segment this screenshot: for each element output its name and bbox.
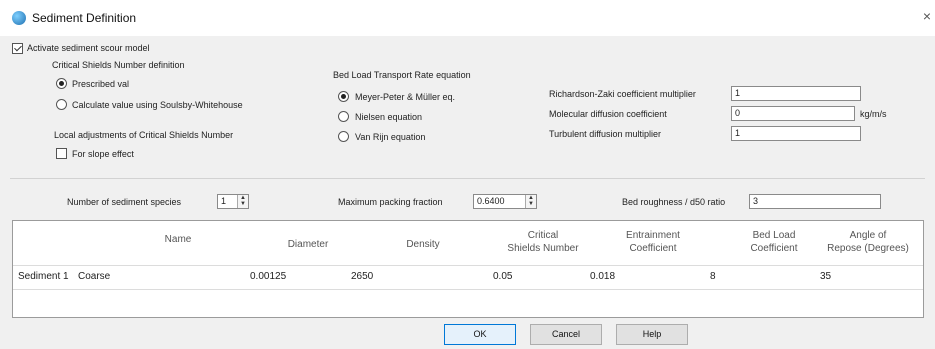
- radio-meyer-peter[interactable]: [338, 91, 349, 102]
- turbulent-label: Turbulent diffusion multiplier: [549, 129, 662, 139]
- species-spinner[interactable]: 1 ▲ ▼: [217, 194, 249, 209]
- sediment-table[interactable]: Name Diameter Density Critical Shields N…: [12, 220, 924, 318]
- packing-spinner[interactable]: 0.6400 ▲ ▼: [473, 194, 537, 209]
- local-adjust-heading: Local adjustments of Critical Shields Nu…: [54, 130, 234, 140]
- slope-effect-label: For slope effect: [72, 149, 134, 159]
- col-header-angle-line1: Angle of: [849, 230, 887, 241]
- spinner-arrows-icon[interactable]: ▲ ▼: [237, 195, 248, 208]
- cancel-button[interactable]: Cancel: [530, 324, 602, 345]
- molecular-input[interactable]: 0: [731, 106, 855, 121]
- radio-soulsby-label: Calculate value using Soulsby-Whitehouse: [72, 100, 243, 110]
- col-header-angle[interactable]: Angle of Repose (Degrees): [813, 229, 923, 255]
- row-divider: [13, 289, 923, 290]
- richardson-label: Richardson-Zaki coefficient multiplier: [549, 89, 696, 99]
- help-button[interactable]: Help: [616, 324, 688, 345]
- header-divider: [13, 265, 923, 266]
- cell-diameter[interactable]: 0.00125: [250, 271, 286, 282]
- col-header-entrainment[interactable]: Entrainment Coefficient: [598, 229, 708, 255]
- col-header-critical[interactable]: Critical Shields Number: [483, 229, 603, 255]
- spinner-arrows-icon[interactable]: ▲ ▼: [525, 195, 536, 208]
- species-label: Number of sediment species: [67, 197, 182, 207]
- col-header-critical-line2: Shields Number: [507, 243, 579, 254]
- packing-label: Maximum packing fraction: [338, 197, 443, 207]
- ok-button[interactable]: OK: [444, 324, 516, 345]
- bed-load-heading: Bed Load Transport Rate equation: [333, 70, 471, 80]
- col-header-density[interactable]: Density: [383, 238, 463, 251]
- col-header-critical-line1: Critical: [527, 230, 559, 241]
- roughness-input[interactable]: 3: [749, 194, 881, 209]
- radio-soulsby-whitehouse[interactable]: [56, 99, 67, 110]
- molecular-unit: kg/m/s: [860, 109, 887, 119]
- radio-van-rijn-label: Van Rijn equation: [355, 132, 426, 142]
- window-title: Sediment Definition: [32, 11, 137, 25]
- col-header-entrainment-line2: Coefficient: [629, 243, 677, 254]
- radio-nielsen[interactable]: [338, 111, 349, 122]
- title-bar: Sediment Definition ×: [0, 0, 935, 36]
- cell-density[interactable]: 2650: [351, 271, 373, 282]
- cell-name[interactable]: Coarse: [78, 271, 110, 282]
- radio-meyer-peter-label: Meyer-Peter & Müller eq.: [355, 92, 456, 102]
- col-header-entrainment-line1: Entrainment: [626, 230, 680, 241]
- turbulent-input[interactable]: 1: [731, 126, 861, 141]
- activate-scour-checkbox[interactable]: [12, 43, 23, 54]
- cell-bed-load[interactable]: 8: [710, 271, 716, 282]
- cell-critical-shields[interactable]: 0.05: [493, 271, 512, 282]
- radio-prescribed-label: Prescribed val: [72, 79, 130, 89]
- cell-angle-of-repose[interactable]: 35: [820, 271, 831, 282]
- radio-prescribed-val[interactable]: [56, 78, 67, 89]
- packing-value: 0.6400: [477, 196, 505, 206]
- molecular-label: Molecular diffusion coefficient: [549, 109, 667, 119]
- close-icon[interactable]: ×: [923, 8, 931, 24]
- section-divider: [10, 178, 925, 179]
- species-value: 1: [221, 196, 227, 206]
- radio-nielsen-label: Nielsen equation: [355, 112, 423, 122]
- app-icon: [12, 11, 26, 25]
- col-header-diameter[interactable]: Diameter: [268, 238, 348, 251]
- activate-scour-label: Activate sediment scour model: [27, 43, 150, 53]
- critical-shields-heading: Critical Shields Number definition: [52, 60, 185, 70]
- col-header-angle-line2: Repose (Degrees): [827, 243, 909, 254]
- roughness-label: Bed roughness / d50 ratio: [622, 197, 726, 207]
- radio-van-rijn[interactable]: [338, 131, 349, 142]
- slope-effect-checkbox[interactable]: [56, 148, 67, 159]
- cell-entrainment[interactable]: 0.018: [590, 271, 615, 282]
- row-label-sediment-1: Sediment 1: [18, 271, 69, 282]
- richardson-input[interactable]: 1: [731, 86, 861, 101]
- col-header-name[interactable]: Name: [138, 233, 218, 246]
